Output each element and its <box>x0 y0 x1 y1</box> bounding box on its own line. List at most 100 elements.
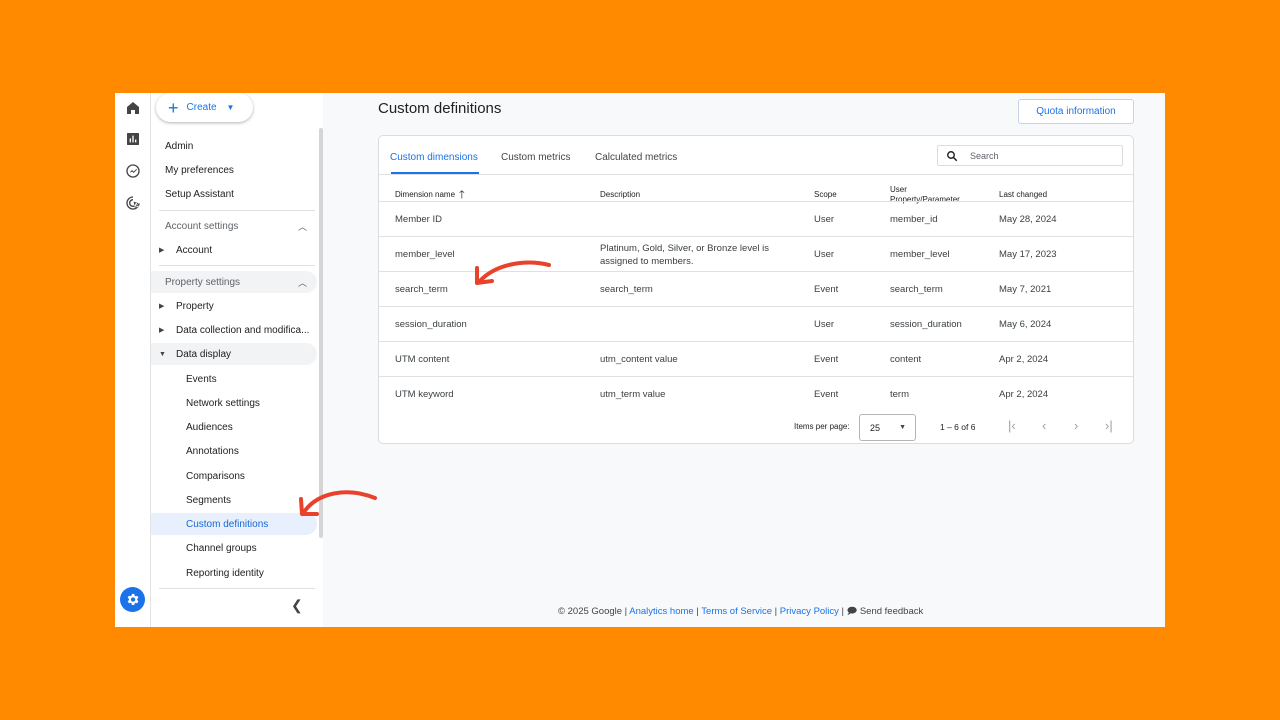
privacy-link[interactable]: Privacy Policy <box>780 606 839 617</box>
paginator: Items per page: 25 ▼ 1 – 6 of 6 |‹ ‹ › ›… <box>379 412 1133 442</box>
table-row[interactable]: search_term search_term Event search_term Ma… <box>379 272 1133 307</box>
table-row[interactable]: UTM keyword utm_term value Event term Apr 2,… <box>379 377 1133 412</box>
nav-item-network-settings[interactable]: Network settings <box>151 392 317 414</box>
nav-item-label: Custom definitions <box>186 518 269 530</box>
nav-item-label: Network settings <box>186 397 260 409</box>
advertising-icon[interactable] <box>122 192 144 214</box>
search-field[interactable] <box>937 145 1123 166</box>
column-label: User <box>890 185 907 194</box>
feedback-label: Send feedback <box>859 606 924 617</box>
cell-scope: User <box>814 214 835 225</box>
tab-custom-metrics[interactable]: Custom metrics <box>501 152 570 163</box>
cell-last-changed: Apr 2, 2024 <box>999 389 1049 400</box>
explore-icon[interactable] <box>122 160 144 182</box>
items-per-page-label: Items per page: <box>794 422 850 431</box>
feedback-icon: 🗩 <box>846 606 858 617</box>
nav-section-account-settings[interactable]: Account settings ︿ <box>151 215 317 237</box>
tab-custom-dimensions[interactable]: Custom dimensions <box>390 152 478 163</box>
gear-icon <box>127 593 139 605</box>
column-label: Last changed <box>999 190 1048 199</box>
cell-description: utm_term value <box>600 377 665 412</box>
cell-scope: Event <box>814 284 839 295</box>
triangle-right-icon: ▶ <box>159 303 165 310</box>
quota-information-button[interactable]: Quota information <box>1018 99 1134 124</box>
nav-item-data-collection[interactable]: ▶ Data collection and modifica... <box>151 319 317 341</box>
analytics-home-link[interactable]: Analytics home <box>629 606 693 617</box>
divider <box>159 588 315 589</box>
triangle-down-icon: ▼ <box>159 350 166 358</box>
nav-item-channel-groups[interactable]: Channel groups <box>151 537 317 559</box>
cell-description: Platinum, Gold, Silver, or Bronze level … <box>600 237 769 272</box>
cell-dimension-name: UTM content <box>395 354 450 365</box>
icon-rail <box>115 93 151 627</box>
cell-dimension-name: session_duration <box>395 319 467 330</box>
admin-nav-panel: + Create ▼ Admin My preferences Setup As… <box>151 93 323 627</box>
admin-settings-button[interactable] <box>120 587 145 612</box>
nav-item-audiences[interactable]: Audiences <box>151 416 317 438</box>
nav-item-label: My preferences <box>165 164 234 176</box>
cell-description: utm_content value <box>600 342 678 377</box>
section-label: Account settings <box>165 220 239 232</box>
last-page-icon[interactable]: ›| <box>1105 418 1113 433</box>
next-page-icon[interactable]: › <box>1074 418 1078 433</box>
nav-item-reporting-identity[interactable]: Reporting identity <box>151 562 317 584</box>
table-row[interactable]: Member ID User member_id May 28, 2024 <box>379 202 1133 237</box>
nav-scrollbar[interactable] <box>319 128 323 538</box>
reports-icon[interactable] <box>122 128 144 150</box>
nav-section-property-settings[interactable]: Property settings ︿ <box>151 271 317 293</box>
cell-last-changed: May 7, 2021 <box>999 284 1052 295</box>
nav-item-account[interactable]: ▶ Account <box>151 239 317 261</box>
items-per-page-value: 25 <box>870 422 881 433</box>
page-range: 1 – 6 of 6 <box>940 422 976 432</box>
footer: © 2025 Google | Analytics home | Terms o… <box>558 606 924 617</box>
section-label: Property settings <box>165 276 241 288</box>
description-line: Platinum, Gold, Silver, or Bronze level … <box>600 242 769 254</box>
nav-item-comparisons[interactable]: Comparisons <box>151 465 317 487</box>
description-line: assigned to members. <box>600 255 694 267</box>
nav-item-label: Comparisons <box>186 470 245 482</box>
table-row[interactable]: session_duration User session_duration May … <box>379 307 1133 342</box>
nav-item-label: Reporting identity <box>186 567 264 579</box>
table-row[interactable]: UTM content utm_content value Event content… <box>379 342 1133 377</box>
cell-dimension-name: search_term <box>395 284 448 295</box>
nav-item-custom-definitions[interactable]: Custom definitions <box>151 513 317 535</box>
cell-parameter: member_id <box>890 214 938 225</box>
nav-item-events[interactable]: Events <box>151 368 317 390</box>
search-icon <box>947 150 958 161</box>
cell-scope: Event <box>814 354 839 365</box>
description-line: search_term <box>600 284 653 295</box>
cell-parameter: member_level <box>890 249 950 260</box>
create-button[interactable]: + Create ▼ <box>156 93 253 122</box>
cell-dimension-name: Member ID <box>395 214 442 225</box>
nav-item-segments[interactable]: Segments <box>151 489 317 511</box>
nav-item-annotations[interactable]: Annotations <box>151 440 317 462</box>
feedback-button[interactable]: 🗩 Send feedback <box>847 606 924 617</box>
nav-item-label: Events <box>186 373 217 385</box>
previous-page-icon[interactable]: ‹ <box>1042 418 1046 433</box>
create-label: Create <box>186 102 217 113</box>
nav-item-my-preferences[interactable]: My preferences <box>151 159 317 181</box>
tab-calculated-metrics[interactable]: Calculated metrics <box>595 152 677 163</box>
nav-item-data-display[interactable]: ▼ Data display <box>151 343 317 365</box>
caret-down-icon: ▼ <box>899 424 906 431</box>
chevron-left-icon[interactable]: ❮ <box>291 597 303 614</box>
nav-item-label: Data collection and modifica... <box>176 324 310 336</box>
cell-parameter: content <box>890 354 922 365</box>
cell-parameter: session_duration <box>890 319 962 330</box>
description-line: utm_term value <box>600 389 666 400</box>
first-page-icon[interactable]: |‹ <box>1008 418 1016 433</box>
cell-last-changed: May 28, 2024 <box>999 214 1057 225</box>
items-per-page-select[interactable]: 25 ▼ <box>859 414 916 441</box>
definitions-card: Custom dimensions Custom metrics Calcula… <box>378 135 1134 444</box>
terms-link[interactable]: Terms of Service <box>701 606 772 617</box>
sort-ascending-icon[interactable]: 🡑 <box>459 190 465 201</box>
cell-parameter: term <box>890 389 909 400</box>
nav-item-admin[interactable]: Admin <box>151 135 317 157</box>
home-icon[interactable] <box>122 97 144 119</box>
table-row[interactable]: member_level Platinum, Gold, Silver, or B… <box>379 237 1133 272</box>
nav-item-setup-assistant[interactable]: Setup Assistant <box>151 183 317 205</box>
search-input[interactable] <box>970 150 1110 161</box>
nav-item-label: Data display <box>176 348 232 360</box>
nav-item-property[interactable]: ▶ Property <box>151 295 317 317</box>
divider <box>159 265 315 266</box>
